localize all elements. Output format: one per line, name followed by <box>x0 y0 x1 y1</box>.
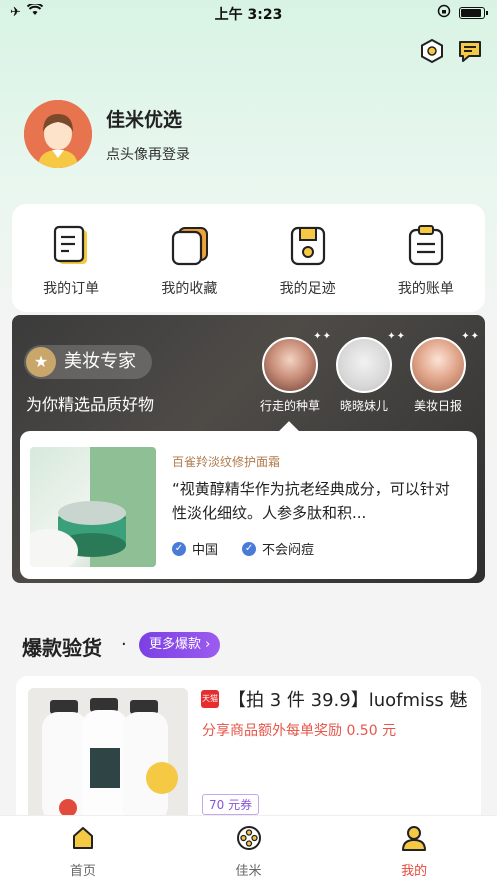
beauty-article-card[interactable]: 百雀羚淡纹修护面霜 “视黄醇精华作为抗老经典成分，可以针对性淡化细纹。人参多肽和… <box>20 431 477 579</box>
article-thumbnail <box>30 447 156 567</box>
influencer-name: 晓晓妹儿 <box>339 399 388 413</box>
separator-dot: · <box>121 634 127 655</box>
tab-label: 首页 <box>69 864 96 879</box>
tab-home[interactable]: 首页 <box>0 816 166 883</box>
influencer-name: 行走的种草 <box>259 399 320 413</box>
check-circle-icon: ✓ <box>242 541 257 556</box>
message-icon[interactable] <box>457 38 483 64</box>
check-origin: ✓ 中国 <box>172 539 218 558</box>
influencer-avatar <box>410 337 466 393</box>
star-badge-icon: ★ <box>26 347 56 377</box>
hot-section-title: 爆款验货 <box>22 636 102 660</box>
quick-action-favorites[interactable]: 我的收藏 <box>130 204 248 312</box>
product-title: 【拍 3 件 39.9】luofmiss 魅 <box>228 690 468 711</box>
tab-mine[interactable]: 我的 <box>331 816 497 883</box>
check-label: 不会闷痘 <box>262 543 315 558</box>
product-image <box>28 688 188 828</box>
bottom-tab-bar: 首页 佳米 我的 <box>0 815 497 883</box>
orders-icon <box>51 224 91 268</box>
sparkle-icon: ✦✦ <box>313 331 332 342</box>
film-reel-icon <box>235 824 263 852</box>
quick-action-bill[interactable]: 我的账单 <box>367 204 485 312</box>
beauty-expert-banner[interactable]: ★ 美妆专家 为你精选品质好物 行走的种草 ✦✦ 晓晓妹儿 ✦✦ 美妆日报 ✦✦ <box>12 315 485 583</box>
quick-action-footprint[interactable]: 我的足迹 <box>249 204 367 312</box>
tab-label: 佳米 <box>235 864 262 879</box>
home-icon <box>69 824 97 852</box>
influencer-avatar <box>262 337 318 393</box>
influencer-2[interactable]: 晓晓妹儿 ✦✦ <box>336 331 405 414</box>
user-icon <box>400 824 428 852</box>
avatar[interactable] <box>24 100 92 168</box>
beauty-expert-pill: ★ 美妆专家 <box>24 345 152 379</box>
check-circle-icon: ✓ <box>172 541 186 556</box>
article-tag: 百雀羚淡纹修护面霜 <box>172 455 281 469</box>
footprint-icon <box>288 224 328 268</box>
check-no-acne: ✓ 不会闷痘 <box>242 539 314 558</box>
quick-action-label: 我的收藏 <box>161 281 218 297</box>
status-time: 上午 3:23 <box>214 7 283 23</box>
quick-action-label: 我的足迹 <box>279 281 336 297</box>
check-label: 中国 <box>192 543 219 558</box>
sparkle-icon: ✦✦ <box>387 331 406 342</box>
sparkle-icon: ✦✦ <box>461 331 480 342</box>
tab-jiami[interactable]: 佳米 <box>166 816 332 883</box>
tmall-badge: 天猫 <box>201 690 219 708</box>
favorites-icon <box>169 224 209 268</box>
influencer-name: 美妆日报 <box>413 399 462 413</box>
quick-action-label: 我的订单 <box>43 281 100 297</box>
product-card[interactable]: 天猫 【拍 3 件 39.9】luofmiss 魅 分享商品额外每单奖励 0.5… <box>16 676 481 828</box>
profile-section: 佳米优选 点头像再登录 <box>24 100 190 168</box>
tab-label: 我的 <box>401 864 428 879</box>
settings-icon[interactable] <box>419 38 445 64</box>
quick-actions-card: 我的订单 我的收藏 我的足迹 我的账单 <box>12 204 485 312</box>
login-hint[interactable]: 点头像再登录 <box>106 144 190 164</box>
status-bar: ✈ 上午 3:23 <box>0 0 497 26</box>
more-hot-button[interactable]: 更多爆款 › <box>139 632 221 658</box>
rotation-lock-icon <box>437 4 451 22</box>
influencer-1[interactable]: 行走的种草 ✦✦ <box>260 331 331 414</box>
article-excerpt: “视黄醇精华作为抗老经典成分，可以针对性淡化细纹。人参多肽和积... <box>172 480 450 522</box>
influencer-3[interactable]: 美妆日报 ✦✦ <box>410 331 479 414</box>
influencer-avatar <box>336 337 392 393</box>
coupon-badge[interactable]: 70 元券 <box>202 794 260 815</box>
profile-name: 佳米优选 <box>106 108 183 131</box>
beauty-expert-title: 美妆专家 <box>64 351 136 372</box>
quick-action-label: 我的账单 <box>397 281 454 297</box>
product-reward: 分享商品额外每单奖励 0.50 元 <box>202 723 397 739</box>
beauty-expert-subtitle: 为你精选品质好物 <box>26 395 155 414</box>
quick-action-orders[interactable]: 我的订单 <box>12 204 130 312</box>
battery-icon <box>459 7 488 19</box>
bill-icon <box>406 224 446 268</box>
